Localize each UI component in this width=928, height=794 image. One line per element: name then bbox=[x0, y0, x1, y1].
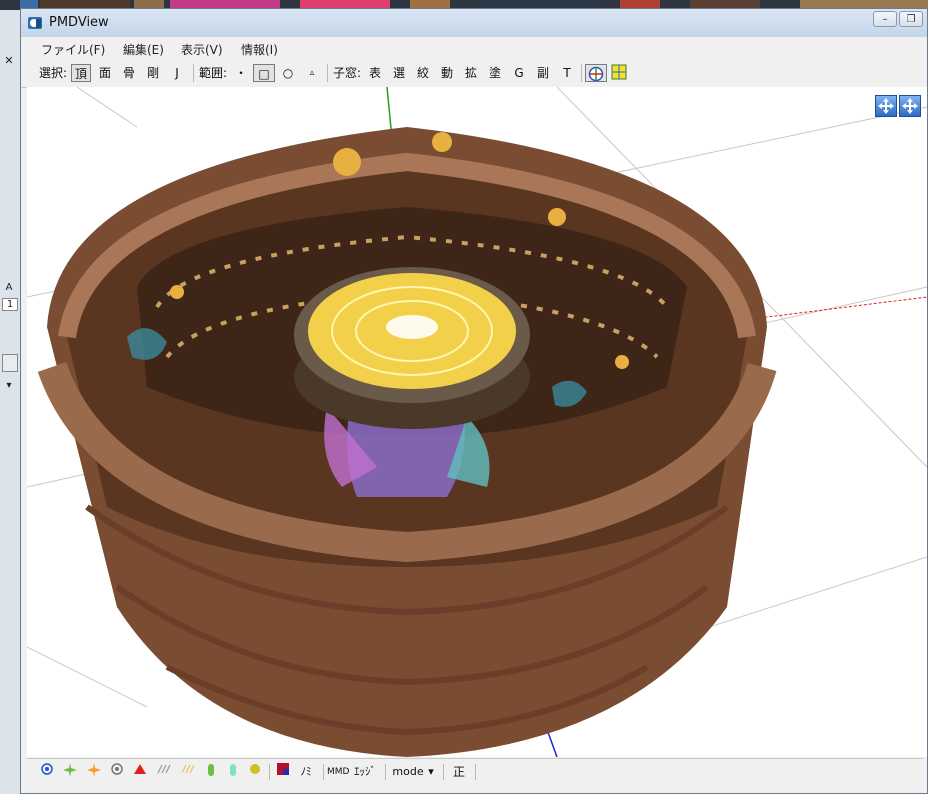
child-sub-button[interactable]: 副 bbox=[533, 64, 553, 82]
vertex-icon bbox=[41, 763, 53, 775]
range-label: 範囲: bbox=[198, 66, 228, 80]
child-group-button[interactable]: G bbox=[509, 64, 529, 82]
light-display-button[interactable] bbox=[179, 763, 197, 781]
range-circle-button[interactable]: ○ bbox=[277, 64, 299, 82]
minimize-button[interactable]: – bbox=[873, 11, 897, 27]
spark-orange-icon bbox=[87, 763, 101, 777]
material-color-button[interactable] bbox=[275, 763, 291, 781]
pan-view-button[interactable] bbox=[875, 95, 897, 117]
move-arrows-icon bbox=[878, 98, 894, 114]
child-filter-button[interactable]: 絞 bbox=[413, 64, 433, 82]
child-scale-button[interactable]: 拡 bbox=[461, 64, 481, 82]
softbody-display-button[interactable] bbox=[247, 763, 263, 781]
pane-button[interactable] bbox=[2, 354, 18, 372]
select-bone-button[interactable]: 骨 bbox=[119, 64, 139, 82]
toolbar-separator bbox=[327, 64, 328, 82]
yellow-dot-icon bbox=[250, 764, 260, 774]
mode-dropdown[interactable]: mode bbox=[391, 763, 425, 781]
status-separator bbox=[443, 764, 444, 780]
child-table-button[interactable]: 表 bbox=[365, 64, 385, 82]
child-t-button[interactable]: T bbox=[557, 64, 577, 82]
toolbar-separator bbox=[581, 64, 582, 82]
window-title: PMDView bbox=[49, 15, 109, 30]
pane-value-field[interactable]: 1 bbox=[2, 298, 18, 311]
wire-display-button[interactable] bbox=[155, 763, 173, 781]
menu-view[interactable]: 表示(V) bbox=[181, 41, 223, 58]
child-window-label: 子窓: bbox=[332, 66, 362, 80]
toolbar-separator bbox=[193, 64, 194, 82]
face-display-button[interactable] bbox=[131, 763, 149, 781]
menu-file[interactable]: ファイル(F) bbox=[41, 41, 105, 58]
app-icon bbox=[28, 17, 42, 29]
rotate-arrows-icon bbox=[902, 98, 918, 114]
status-separator bbox=[269, 764, 270, 780]
toolbar: 選択: 頂 面 骨 剛 J 範囲: ・ □ ○ ▵ 子窓: 表 選 絞 動 拡 … bbox=[21, 59, 927, 88]
vertex-display-button[interactable] bbox=[39, 763, 55, 781]
title-bar[interactable]: PMDView – ❐ bbox=[21, 9, 927, 37]
child-select-button[interactable]: 選 bbox=[389, 64, 409, 82]
joint-display-button[interactable] bbox=[225, 763, 241, 781]
menu-edit[interactable]: 編集(E) bbox=[123, 41, 164, 58]
axis-globe-icon bbox=[588, 66, 604, 82]
restore-button[interactable]: ❐ bbox=[899, 11, 923, 27]
menu-bar: ファイル(F) 編集(E) 表示(V) 情報(I) bbox=[21, 37, 927, 59]
range-point-button[interactable]: ・ bbox=[231, 64, 251, 82]
select-joint-button[interactable]: J bbox=[167, 64, 187, 82]
target-display-button[interactable] bbox=[109, 763, 125, 781]
bone-display-button[interactable] bbox=[85, 763, 103, 781]
capsule-teal-icon bbox=[230, 764, 236, 776]
light-icon bbox=[181, 764, 195, 774]
capsule-green-icon bbox=[208, 764, 214, 776]
select-rigid-button[interactable]: 剛 bbox=[143, 64, 163, 82]
range-rect-button[interactable]: □ bbox=[253, 64, 275, 82]
range-triangle-button[interactable]: ▵ bbox=[301, 64, 323, 82]
rotate-view-button[interactable] bbox=[899, 95, 921, 117]
status-separator bbox=[385, 764, 386, 780]
mode-dropdown-arrow-icon[interactable]: ▾ bbox=[425, 763, 437, 781]
spark-green-icon bbox=[63, 763, 77, 777]
red-triangle-icon bbox=[134, 764, 146, 774]
dropdown-arrow-icon[interactable]: ▾ bbox=[0, 380, 18, 391]
quad-view-button[interactable] bbox=[609, 64, 629, 82]
child-paint-button[interactable]: 塗 bbox=[485, 64, 505, 82]
normal-display-button[interactable] bbox=[61, 763, 79, 781]
local-axis-button[interactable] bbox=[585, 64, 607, 82]
target-icon bbox=[111, 763, 123, 775]
mmd-mode-button[interactable]: MMD bbox=[327, 763, 349, 781]
rigid-display-button[interactable] bbox=[203, 763, 219, 781]
color-swatch-icon bbox=[277, 763, 289, 775]
background-window-edge: ✕ A 1 ▾ bbox=[0, 10, 21, 794]
edge-button[interactable]: ｴｯｼﾞ bbox=[351, 763, 379, 781]
status-separator bbox=[475, 764, 476, 780]
quad-view-icon bbox=[611, 64, 627, 80]
star-ornament bbox=[432, 132, 452, 152]
child-move-button[interactable]: 動 bbox=[437, 64, 457, 82]
pane-label: A bbox=[5, 282, 13, 293]
moon-ornament bbox=[333, 148, 361, 176]
model-render bbox=[27, 87, 927, 757]
3d-viewport[interactable] bbox=[27, 87, 927, 757]
bottom-toolbar: ﾉﾐ MMD ｴｯｼﾞ mode ▾ 正 bbox=[27, 758, 923, 785]
select-vertex-button[interactable]: 頂 bbox=[71, 64, 91, 82]
menu-info[interactable]: 情報(I) bbox=[241, 41, 278, 58]
wire-icon bbox=[157, 764, 171, 774]
close-icon[interactable]: ✕ bbox=[0, 54, 18, 67]
status-separator bbox=[323, 764, 324, 780]
select-face-button[interactable]: 面 bbox=[95, 64, 115, 82]
misc-button[interactable]: ﾉﾐ bbox=[295, 763, 317, 781]
library-tower bbox=[37, 127, 777, 757]
pmdview-window: PMDView – ❐ ファイル(F) 編集(E) 表示(V) 情報(I) 選択… bbox=[20, 8, 928, 794]
orthographic-button[interactable]: 正 bbox=[449, 763, 469, 781]
select-label: 選択: bbox=[38, 66, 68, 80]
